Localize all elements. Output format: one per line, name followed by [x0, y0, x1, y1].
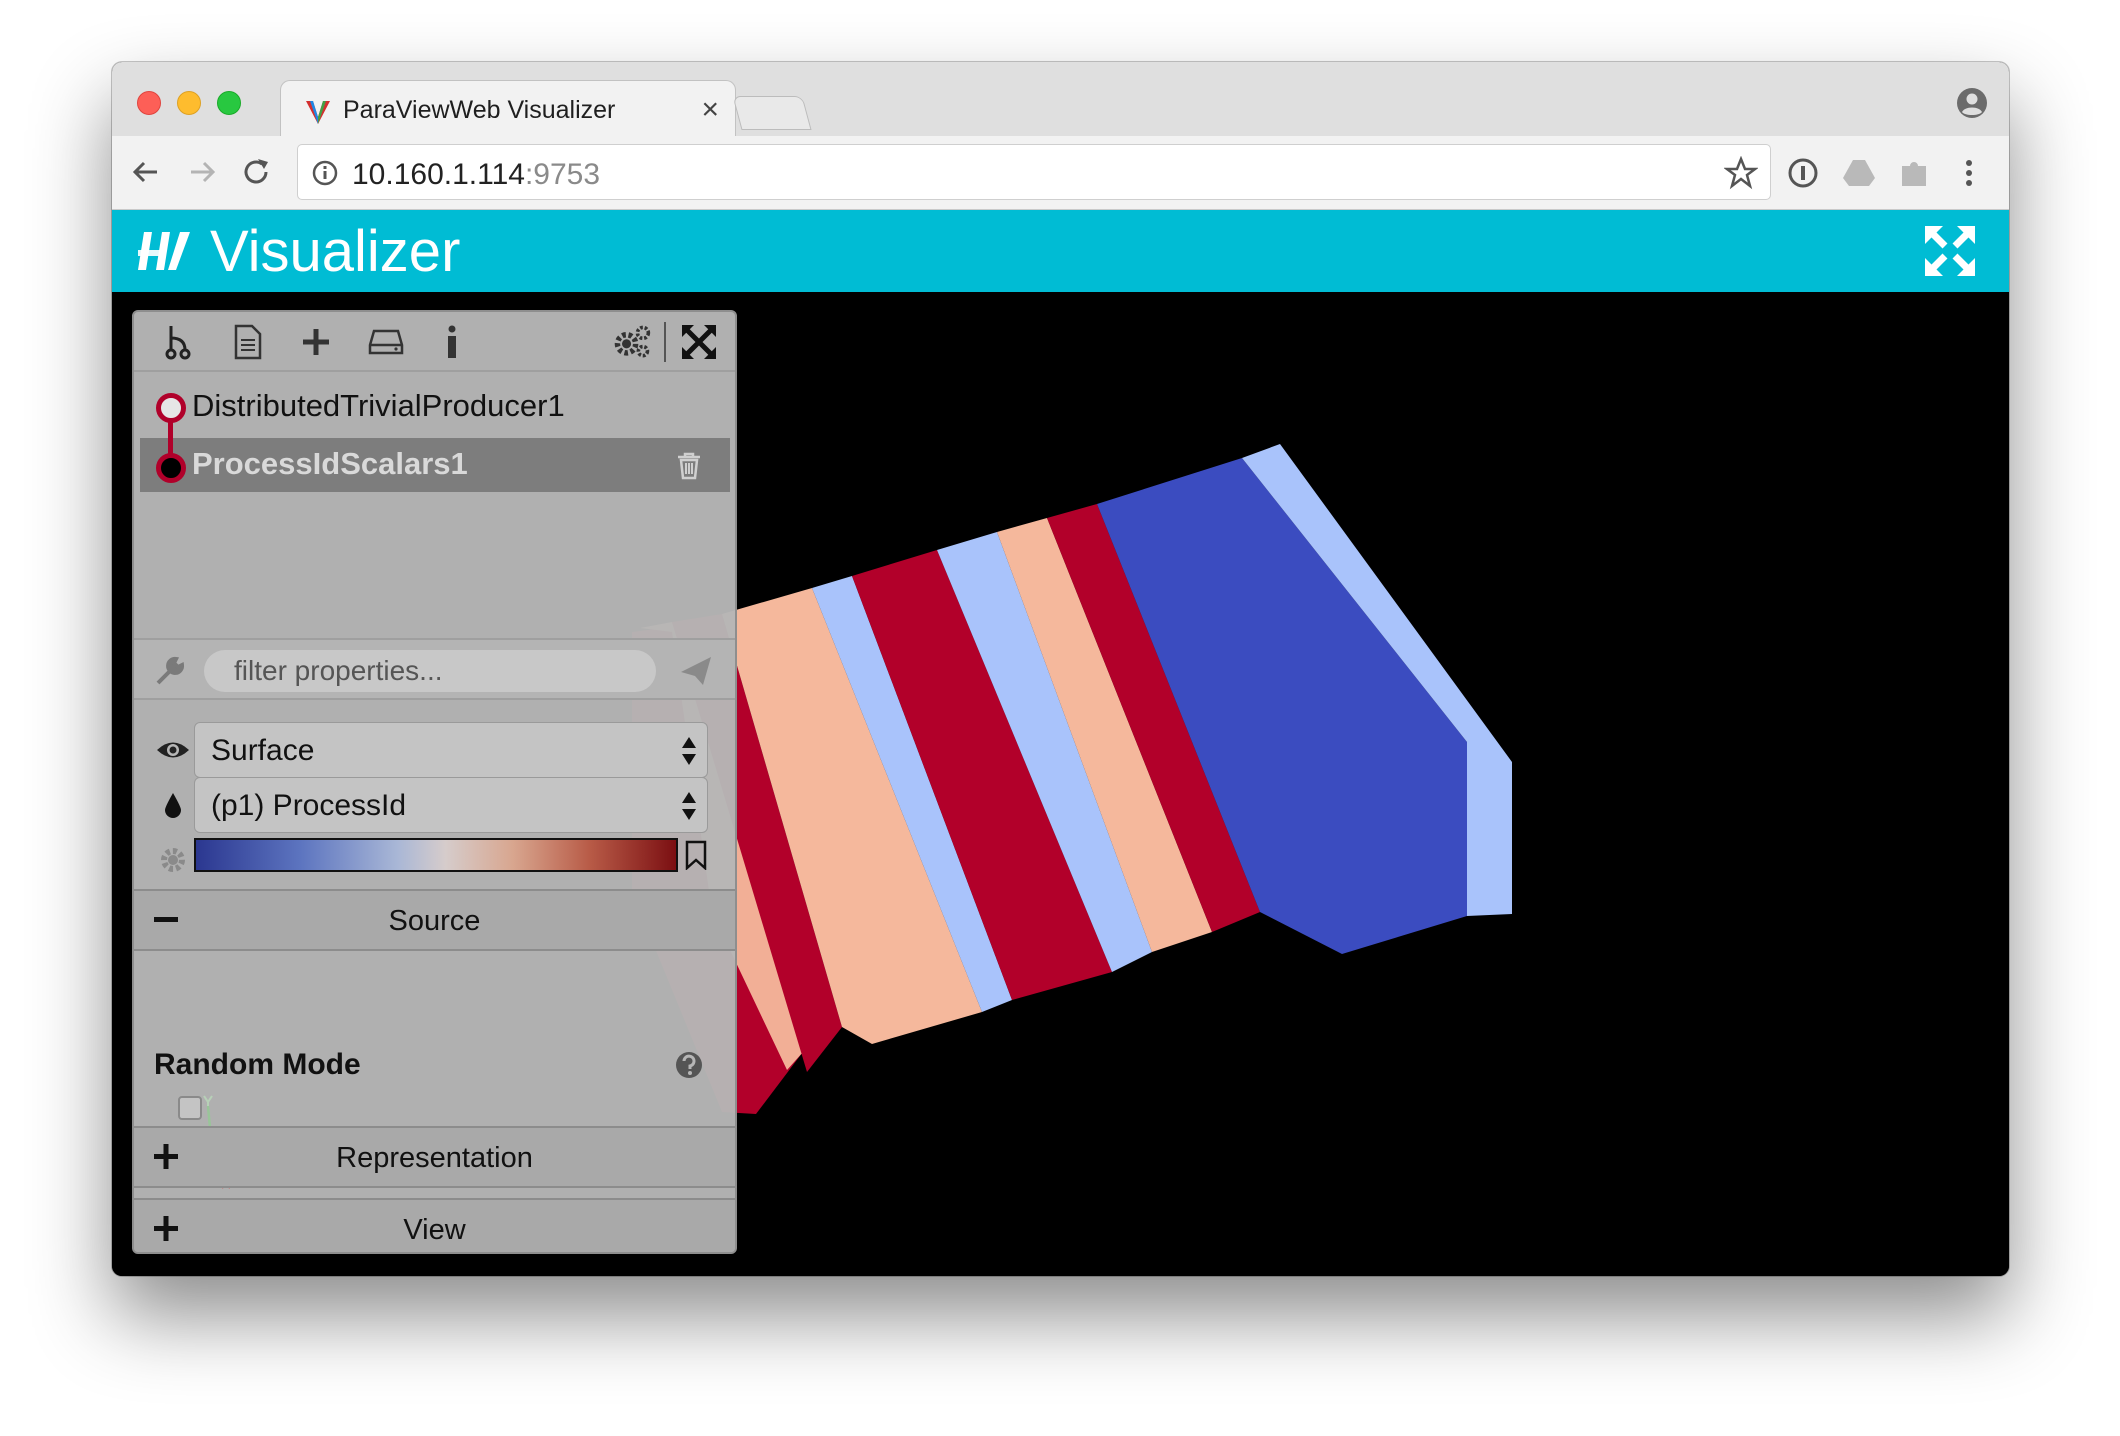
source-section-header[interactable]: Source — [134, 889, 735, 951]
representation-select[interactable]: Surface — [194, 722, 708, 778]
close-window-button[interactable] — [137, 91, 161, 115]
tab-title: ParaViewWeb Visualizer — [343, 96, 616, 124]
control-panel: DistributedTrivialProducer1 ProcessIdSca… — [132, 310, 737, 1254]
color-by-value: (p1) ProcessId — [211, 789, 407, 822]
bookmark-star-icon[interactable] — [1724, 156, 1758, 190]
random-mode-label: Random Mode — [154, 1048, 361, 1081]
pipeline-icon[interactable] — [158, 322, 198, 362]
app-title: Visualizer — [210, 219, 461, 284]
forward-icon[interactable] — [184, 154, 220, 190]
source-section-label: Source — [388, 905, 481, 937]
chrome-menu-icon[interactable] — [1950, 154, 1988, 192]
select-arrows-icon — [682, 792, 696, 820]
help-icon[interactable] — [674, 1050, 704, 1080]
toolbar-separator — [664, 322, 666, 362]
url-text: 10.160.1.114:9753 — [352, 158, 600, 192]
render-viewport[interactable]: DistributedTrivialProducer1 ProcessIdSca… — [112, 292, 2009, 1276]
colormap-row — [134, 832, 735, 888]
rendered-cube — [632, 444, 1512, 1114]
zoom-window-button[interactable] — [217, 91, 241, 115]
filter-properties-input[interactable] — [204, 650, 656, 692]
app-header: Visualizer — [112, 210, 2009, 292]
password-manager-icon[interactable] — [1784, 154, 1822, 192]
trash-icon[interactable] — [676, 452, 702, 480]
color-drop-icon[interactable] — [156, 789, 190, 821]
new-tab-button[interactable] — [732, 96, 812, 130]
representation-section-label: Representation — [336, 1142, 533, 1174]
color-by-select[interactable]: (p1) ProcessId — [194, 777, 708, 833]
minimize-window-button[interactable] — [177, 91, 201, 115]
drive-extension-icon[interactable] — [1840, 154, 1878, 192]
representation-row: Surface — [134, 722, 735, 778]
browser-window: ParaViewWeb Visualizer × 10.160.1.114:97… — [112, 62, 2009, 1276]
property-filter-bar — [134, 638, 735, 700]
colormap-bar[interactable] — [194, 838, 678, 872]
back-icon[interactable] — [128, 154, 164, 190]
representation-value: Surface — [211, 734, 315, 767]
browser-titlebar: ParaViewWeb Visualizer × — [112, 62, 2009, 138]
pipeline-item-processidscalars1[interactable]: ProcessIdScalars1 — [192, 446, 468, 482]
bookmark-icon[interactable] — [684, 840, 708, 870]
profile-icon[interactable] — [1955, 86, 1989, 120]
wrench-icon — [156, 656, 185, 685]
url-host: 10.160.1.114 — [352, 158, 525, 191]
eye-icon[interactable] — [156, 734, 190, 766]
color-by-row: (p1) ProcessId — [134, 777, 735, 833]
browser-tab[interactable]: ParaViewWeb Visualizer × — [280, 80, 736, 138]
view-section-label: View — [403, 1214, 466, 1246]
site-info-icon[interactable] — [312, 160, 338, 186]
settings-gears-icon[interactable] — [612, 322, 652, 362]
colormap-settings-icon[interactable] — [156, 844, 190, 876]
pipeline-item-distributedtrivialproducer1[interactable]: DistributedTrivialProducer1 — [192, 388, 565, 424]
information-icon[interactable] — [432, 322, 472, 362]
browser-toolbar: 10.160.1.114:9753 — [112, 136, 2009, 210]
paraview-favicon-icon — [306, 101, 330, 124]
representation-section-header[interactable]: Representation — [134, 1126, 735, 1188]
visualizer-logo-icon — [138, 232, 190, 270]
select-arrows-icon — [682, 737, 696, 765]
pipeline-browser: DistributedTrivialProducer1 ProcessIdSca… — [134, 372, 735, 638]
tab-close-icon[interactable]: × — [701, 93, 719, 127]
extension-puzzle-icon[interactable] — [1896, 154, 1934, 192]
pipeline-node-icon[interactable] — [156, 453, 186, 483]
save-data-icon[interactable] — [366, 322, 406, 362]
pipeline-node-icon[interactable] — [156, 393, 186, 423]
view-section-header[interactable]: View — [134, 1198, 735, 1252]
address-bar[interactable]: 10.160.1.114:9753 — [297, 144, 1771, 200]
reset-camera-icon[interactable] — [679, 322, 719, 362]
add-filter-icon[interactable] — [296, 322, 336, 362]
send-icon[interactable] — [679, 654, 713, 688]
fullscreen-icon[interactable] — [1923, 224, 1977, 278]
reload-icon[interactable] — [238, 154, 274, 190]
file-icon[interactable] — [228, 322, 268, 362]
panel-toolbar — [134, 312, 735, 372]
url-port: :9753 — [524, 158, 601, 191]
